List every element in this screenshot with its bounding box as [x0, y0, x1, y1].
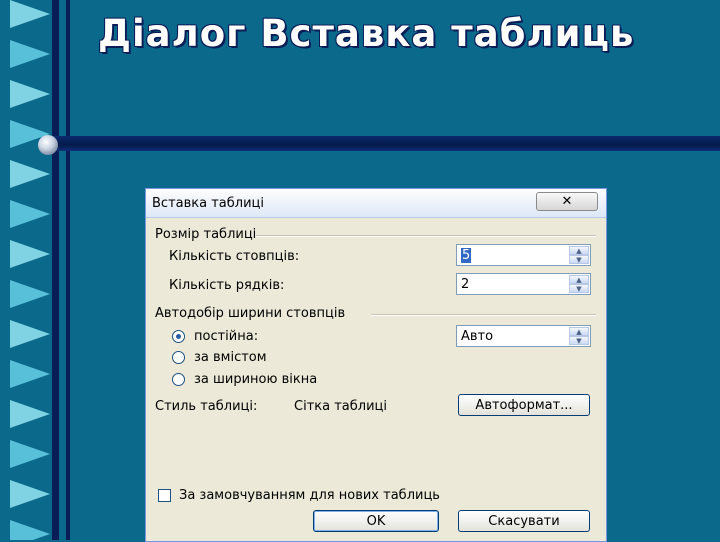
rows-value[interactable]: 2 [461, 277, 469, 292]
stripe-triangle [10, 160, 50, 188]
stripe-triangle [10, 280, 50, 308]
stripe-triangle [10, 520, 50, 540]
stripe-triangle [10, 80, 50, 108]
horizontal-divider-bar [48, 136, 720, 151]
fixed-width-value[interactable]: Авто [461, 329, 493, 344]
stripe-triangle [10, 360, 50, 388]
fixed-width-spin-arrows[interactable]: ▲ ▼ [569, 327, 589, 345]
rows-spinner[interactable]: 2 ▲ ▼ [456, 273, 591, 295]
stripe-triangle [10, 400, 50, 428]
ok-button[interactable]: OK [313, 510, 439, 532]
stripe-triangle [10, 0, 50, 28]
default-checkbox[interactable] [158, 489, 171, 502]
insert-table-dialog: Вставка таблиці ✕ Розмір таблиці Кількіс… [145, 188, 607, 542]
stripe-triangle [10, 240, 50, 268]
spin-up-icon[interactable]: ▲ [569, 327, 589, 336]
fixed-width-spinner[interactable]: Авто ▲ ▼ [456, 325, 591, 347]
group-divider [256, 235, 596, 237]
stripe-triangle [10, 320, 50, 348]
columns-label: Кількість стовпців: [169, 249, 300, 264]
table-style-value: Сітка таблиці [294, 399, 387, 414]
spin-up-icon[interactable]: ▲ [569, 246, 589, 255]
columns-value[interactable]: 5 [461, 248, 472, 263]
stripe-line [66, 0, 70, 540]
stripe-line [52, 0, 59, 540]
radio-by-content-label[interactable]: за вмістом [194, 350, 267, 365]
spin-down-icon[interactable]: ▼ [569, 255, 589, 264]
dialog-titlebar: Вставка таблиці ✕ [146, 189, 606, 218]
stripe-triangle [10, 200, 50, 228]
autofit-group-label: Автодобір ширини стовпців [155, 306, 346, 321]
size-group-label: Розмір таблиці [155, 227, 257, 242]
autoformat-button[interactable]: Автоформат... [458, 394, 590, 416]
spin-down-icon[interactable]: ▼ [569, 336, 589, 345]
rows-label: Кількість рядків: [169, 278, 285, 293]
cancel-button[interactable]: Скасувати [458, 510, 590, 532]
stripe-triangle [10, 440, 50, 468]
close-x-icon: ✕ [561, 194, 573, 209]
columns-spinner[interactable]: 5 ▲ ▼ [456, 244, 591, 266]
columns-spin-arrows[interactable]: ▲ ▼ [569, 246, 589, 264]
rows-spin-arrows[interactable]: ▲ ▼ [569, 275, 589, 293]
radio-fixed[interactable] [172, 330, 185, 343]
table-style-label: Стиль таблиці: [155, 399, 258, 414]
group-divider [371, 314, 596, 316]
default-checkbox-label[interactable]: За замовчуванням для нових таблиць [179, 488, 440, 503]
stripe-triangle [10, 40, 50, 68]
radio-by-content[interactable] [172, 351, 185, 364]
radio-by-window-label[interactable]: за шириною вікна [194, 372, 317, 387]
spin-up-icon[interactable]: ▲ [569, 275, 589, 284]
radio-fixed-label[interactable]: постійна: [194, 329, 258, 344]
close-button[interactable]: ✕ [536, 192, 598, 211]
dialog-title: Вставка таблиці [152, 196, 264, 211]
bar-knob-ornament [38, 135, 58, 155]
stripe-triangle [10, 480, 50, 508]
slide-title: Діалог Вставка таблиць [98, 12, 635, 55]
decorative-stripes [0, 0, 80, 540]
spin-down-icon[interactable]: ▼ [569, 284, 589, 293]
radio-by-window[interactable] [172, 373, 185, 386]
